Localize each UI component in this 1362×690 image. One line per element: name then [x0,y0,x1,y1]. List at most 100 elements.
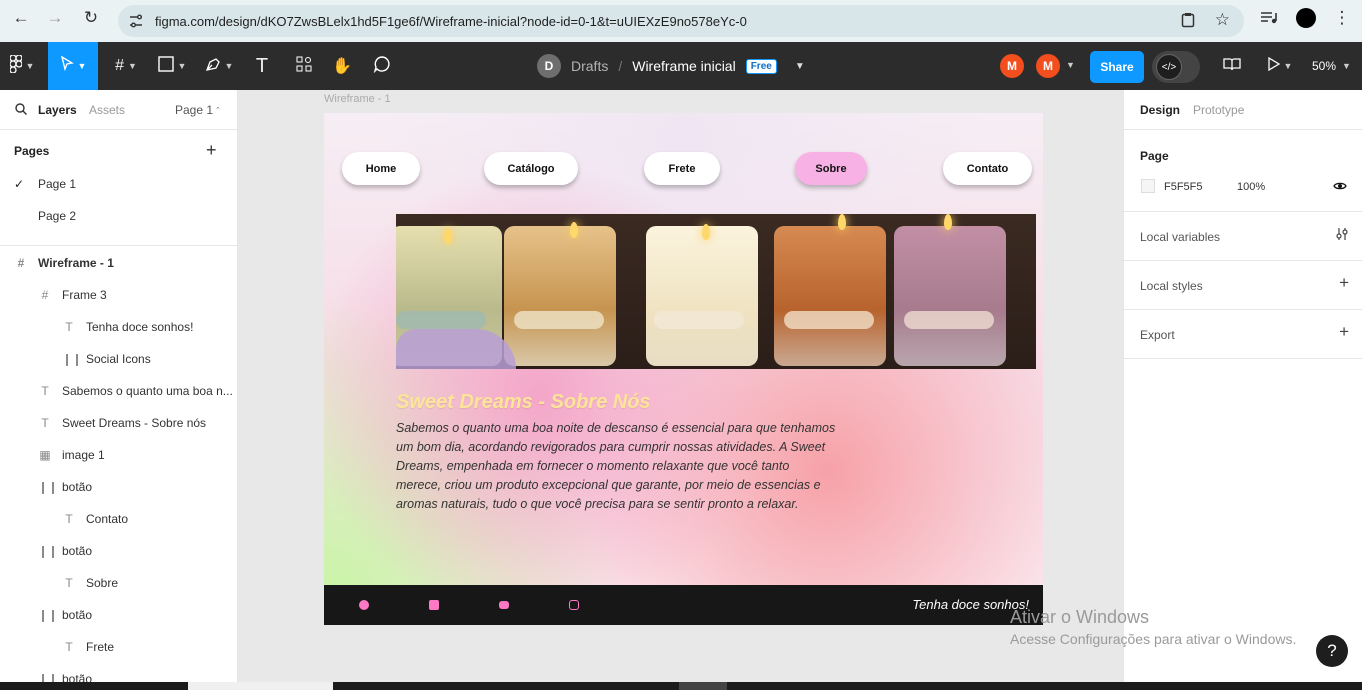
page-heading[interactable]: Sweet Dreams - Sobre Nós [396,391,651,414]
page-selector[interactable]: Page 1 ˆ [175,103,219,117]
taskbar-item[interactable] [188,682,333,690]
add-style-icon[interactable]: + [1339,273,1349,293]
chevron-down-icon[interactable]: ▼ [1066,60,1075,70]
library-button[interactable] [1218,42,1246,90]
layer-row[interactable]: T Contato [62,503,128,535]
eye-icon[interactable] [1333,179,1347,194]
move-tool-button[interactable]: ▼ [48,42,98,90]
resources-button[interactable] [290,42,318,90]
layer-label: image 1 [62,448,105,462]
nav-frete-button[interactable]: Frete [644,152,720,185]
more-icon[interactable]: ⋮ [1332,8,1352,28]
nav-sobre-button[interactable]: Sobre [795,152,867,185]
background-color-swatch[interactable] [1141,179,1155,193]
local-variables-section[interactable]: Local variables [1124,212,1362,261]
image-icon: ▦ [39,448,51,462]
layer-label: Contato [86,512,129,526]
text-layer-icon: T [65,512,73,526]
frame-tool-button[interactable]: # ▼ [106,42,146,90]
layer-row[interactable]: ❙❙ botão [38,535,92,567]
layer-row[interactable]: T Sabemos o quanto uma boa n... [38,375,232,407]
play-icon [1267,56,1280,76]
layer-label: Sobre [86,576,119,590]
main-menu-button[interactable]: ▼ [0,42,44,90]
background-hex[interactable]: F5F5F5 [1164,181,1203,193]
frame-label[interactable]: Wireframe - 1 [324,93,391,105]
shape-tool-button[interactable]: ▼ [152,42,192,90]
media-icon[interactable] [1259,8,1279,28]
nav-catalogo-button[interactable]: Catálogo [484,152,578,185]
tab-design[interactable]: Design [1140,103,1180,117]
linkedin-icon[interactable] [429,600,439,610]
about-paragraph[interactable]: Sabemos o quanto uma boa noite de descan… [396,419,836,514]
layer-row[interactable]: T Sobre [62,567,118,599]
text-layer-icon: T [65,576,73,590]
chevron-down-icon[interactable]: ▼ [795,61,805,72]
resources-icon [296,56,312,77]
background-opacity[interactable]: 100% [1237,181,1265,193]
tab-prototype[interactable]: Prototype [1193,103,1244,117]
component-icon: ❙❙ [38,608,59,622]
page-item[interactable]: Page 2 [38,209,76,223]
user-avatar[interactable]: M [1000,54,1024,78]
layer-row[interactable]: ▦ image 1 [38,439,105,471]
back-icon[interactable]: ← [11,8,31,28]
bookmark-star-icon[interactable]: ☆ [1215,10,1230,30]
layer-row[interactable]: T Sweet Dreams - Sobre nós [38,407,206,439]
drafts-link[interactable]: Drafts [571,58,608,74]
hand-tool-button[interactable]: ✋ [328,42,356,90]
pen-tool-button[interactable]: ▼ [198,42,240,90]
facebook-icon[interactable] [359,600,369,610]
page-item[interactable]: Page 1 [38,177,76,191]
chevron-down-icon: ▼ [177,61,187,71]
add-page-icon[interactable]: + [206,140,217,161]
wireframe-frame[interactable]: Home Catálogo Frete Sobre Contato Sweet … [324,113,1043,625]
address-bar[interactable]: figma.com/design/dKO7ZwsBLelx1hd5F1ge6f/… [118,5,1244,37]
reload-icon[interactable]: ↻ [81,8,101,28]
dev-mode-toggle[interactable]: </> [1152,51,1200,83]
frame-icon: # [17,256,25,270]
clipboard-icon[interactable] [1180,12,1196,32]
text-tool-button[interactable]: T [248,42,276,90]
nav-home-button[interactable]: Home [342,152,420,185]
add-export-icon[interactable]: + [1339,322,1349,342]
forward-icon[interactable]: → [45,8,65,28]
taskbar-item[interactable] [679,682,727,690]
tab-layers[interactable]: Layers [38,103,77,117]
url-text[interactable]: figma.com/design/dKO7ZwsBLelx1hd5F1ge6f/… [155,14,747,29]
youtube-icon[interactable] [499,601,509,609]
profile-avatar[interactable] [1296,8,1316,28]
present-button[interactable]: ▼ [1262,42,1298,90]
candles-image[interactable] [396,214,1036,369]
zoom-level[interactable]: 50% [1312,59,1336,73]
layer-row[interactable]: ❙❙ botão [38,599,92,631]
nav-contato-button[interactable]: Contato [943,152,1032,185]
help-button[interactable]: ? [1316,635,1348,667]
plan-badge: Free [745,58,777,74]
local-styles-section[interactable]: Local styles + [1124,261,1362,310]
search-icon[interactable] [15,103,27,118]
layer-row[interactable]: # Wireframe - 1 [14,247,114,279]
site-settings-icon[interactable] [128,13,144,34]
comment-icon [373,55,391,78]
variables-icon[interactable] [1335,227,1349,244]
layer-row[interactable]: ❙❙ botão [38,471,92,503]
share-button[interactable]: Share [1090,51,1144,83]
canvas[interactable]: Wireframe - 1 Home Catálogo Frete Sobre … [239,90,1123,682]
frame-icon: # [41,288,49,302]
export-section[interactable]: Export + [1124,310,1362,359]
layer-row[interactable]: # Frame 3 [38,279,107,311]
chevron-down-icon: ▼ [1283,61,1293,71]
layer-row[interactable]: T Frete [62,631,114,663]
layer-row[interactable]: ❙❙ Social Icons [62,343,151,375]
file-name[interactable]: Wireframe inicial [632,58,735,74]
team-avatar[interactable]: D [537,54,561,78]
divider [0,245,237,246]
layer-row[interactable]: T Tenha doce sonhos! [62,311,193,343]
instagram-icon[interactable] [569,600,579,610]
current-user-avatar[interactable]: M [1036,54,1060,78]
chevron-down-icon[interactable]: ▼ [1342,61,1351,71]
comment-tool-button[interactable] [368,42,396,90]
footer[interactable]: Tenha doce sonhos! [324,585,1043,625]
tab-assets[interactable]: Assets [89,103,125,117]
